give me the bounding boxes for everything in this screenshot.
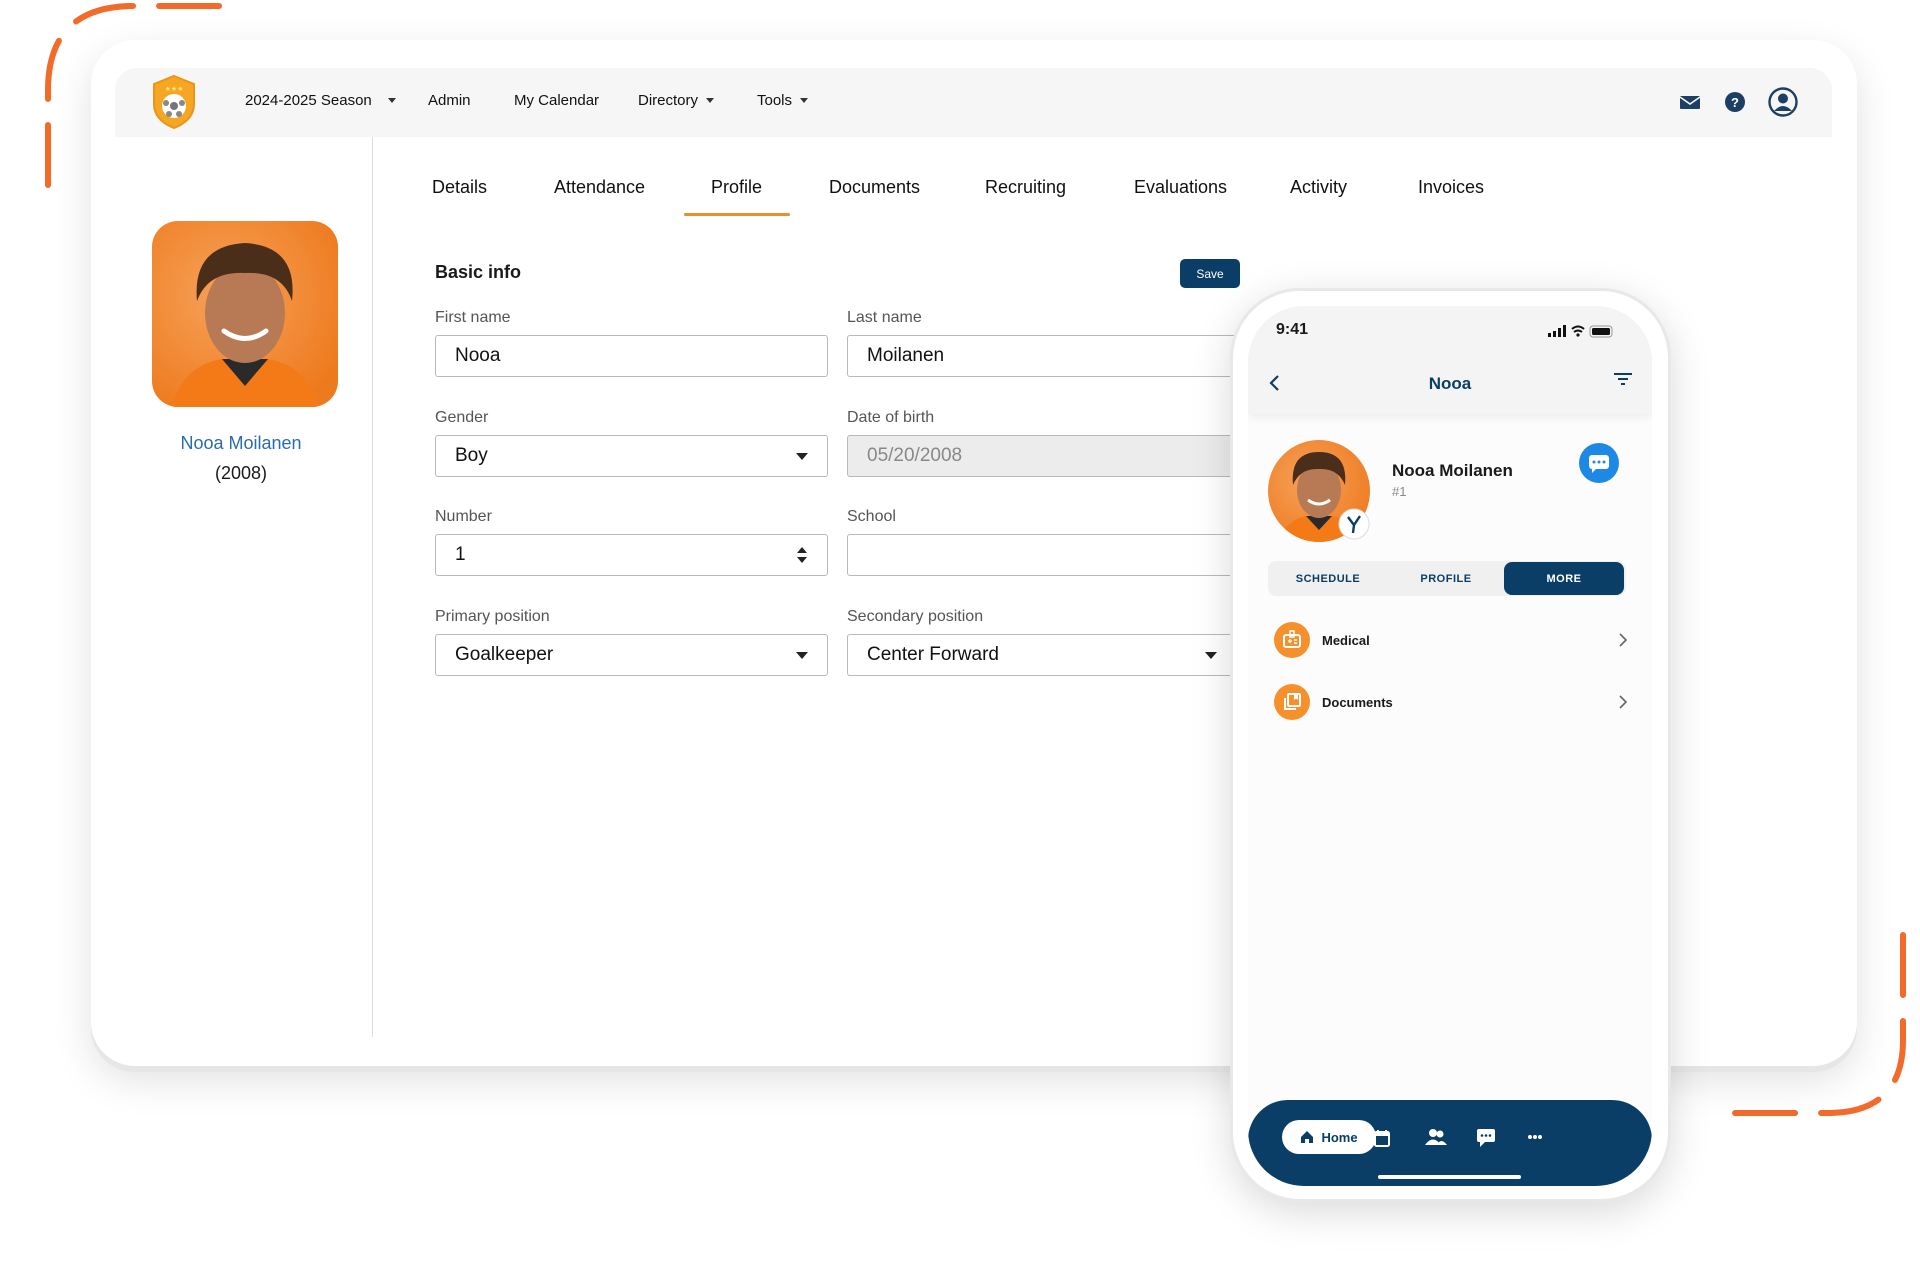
tab-invoices[interactable]: Invoices — [1418, 177, 1484, 198]
player-avatar — [1268, 440, 1370, 542]
nav-label: Directory — [638, 92, 699, 109]
calendar-icon[interactable] — [1374, 1129, 1390, 1147]
phone-player-number: #1 — [1392, 484, 1407, 499]
field-value: Goalkeeper — [455, 644, 554, 665]
caret-down-icon — [1205, 651, 1217, 659]
field-value: Nooa — [455, 345, 501, 366]
dob-field: 05/20/2008 — [847, 435, 1237, 477]
player-name-link[interactable]: Nooa Moilanen — [140, 433, 342, 454]
tab-details[interactable]: Details — [432, 177, 487, 198]
save-button[interactable]: Save — [1180, 259, 1240, 288]
chat-button-icon[interactable] — [1578, 442, 1620, 484]
people-icon[interactable] — [1425, 1128, 1447, 1146]
tab-evaluations[interactable]: Evaluations — [1134, 177, 1227, 198]
last-name-field[interactable]: Moilanen — [847, 335, 1237, 377]
section-title: Basic info — [435, 262, 522, 282]
list-item-medical[interactable]: Medical — [1274, 620, 1628, 660]
segment-more[interactable]: MORE — [1504, 562, 1624, 595]
tab-profile[interactable]: Profile — [711, 177, 762, 198]
sidebar-divider — [372, 137, 373, 1037]
user-account-icon[interactable] — [1767, 86, 1799, 118]
gender-select[interactable]: Boy — [435, 435, 828, 477]
help-icon[interactable]: ? — [1722, 89, 1748, 115]
tab-recruiting[interactable]: Recruiting — [985, 177, 1066, 198]
home-icon — [1301, 1131, 1314, 1143]
field-value: Moilanen — [867, 345, 945, 366]
school-field[interactable] — [847, 534, 1237, 576]
segmented-control: SCHEDULE PROFILE MORE — [1268, 561, 1626, 596]
home-indicator — [1378, 1175, 1521, 1179]
player-photo — [152, 221, 338, 407]
first-name-field[interactable]: Nooa — [435, 335, 828, 377]
mail-icon[interactable] — [1677, 89, 1703, 115]
more-icon[interactable] — [1527, 1134, 1543, 1140]
svg-text:?: ? — [1731, 95, 1739, 110]
number-stepper[interactable]: 1 — [435, 534, 828, 576]
nav-label: 2024-2025 Season — [245, 92, 372, 109]
tab-attendance[interactable]: Attendance — [554, 177, 645, 198]
field-value: Boy — [455, 445, 488, 466]
filter-icon[interactable] — [1613, 372, 1633, 388]
secondary-position-label: Secondary position — [847, 608, 984, 625]
nav-label: My Calendar — [514, 92, 600, 109]
segment-schedule[interactable]: SCHEDULE — [1268, 561, 1388, 596]
last-name-label: Last name — [847, 309, 922, 326]
phone-header — [1248, 306, 1652, 414]
status-icons — [1548, 325, 1613, 338]
chevron-down-icon — [800, 98, 809, 103]
tab-activity[interactable]: Activity — [1290, 177, 1347, 198]
list-item-label: Medical — [1322, 632, 1370, 648]
dob-label: Date of birth — [847, 409, 935, 426]
phone-player-name: Nooa Moilanen — [1392, 461, 1513, 480]
stepper-arrows-icon[interactable] — [796, 546, 808, 564]
field-value: 05/20/2008 — [867, 445, 963, 466]
phone-title: Nooa — [1428, 374, 1472, 393]
nav-label: Admin — [428, 92, 471, 109]
caret-down-icon — [796, 452, 808, 460]
field-value: Center Forward — [867, 644, 999, 665]
segment-profile[interactable]: PROFILE — [1388, 561, 1504, 596]
school-label: School — [847, 508, 896, 525]
tab-documents[interactable]: Documents — [829, 177, 920, 198]
gender-label: Gender — [435, 409, 489, 426]
bottom-tab-bar: Home — [1248, 1100, 1652, 1186]
nav-directory-dropdown[interactable]: Directory — [638, 92, 715, 109]
number-label: Number — [435, 508, 492, 525]
status-time: 9:41 — [1276, 321, 1309, 338]
nav-my-calendar[interactable]: My Calendar — [514, 92, 599, 109]
chevron-down-icon — [706, 98, 715, 103]
active-tab-indicator — [684, 213, 790, 216]
secondary-position-select[interactable]: Center Forward — [847, 634, 1237, 676]
nav-tools-dropdown[interactable]: Tools — [757, 92, 809, 109]
team-shield-logo[interactable]: ★★★ — [151, 74, 197, 130]
list-item-label: Documents — [1322, 694, 1393, 710]
chat-icon[interactable] — [1476, 1128, 1496, 1148]
tab-home-label: Home — [1321, 1129, 1358, 1145]
chevron-right-icon — [1619, 695, 1628, 709]
first-name-label: First name — [435, 309, 511, 326]
player-birth-year: (2008) — [214, 463, 268, 483]
field-value: 1 — [455, 544, 466, 565]
list-item-documents[interactable]: Documents — [1274, 682, 1628, 722]
nav-label: Tools — [757, 92, 793, 109]
nav-season-dropdown[interactable]: 2024-2025 Season — [245, 92, 396, 109]
primary-position-select[interactable]: Goalkeeper — [435, 634, 828, 676]
medical-id-icon — [1274, 622, 1310, 658]
caret-down-icon — [796, 651, 808, 659]
phone-screen: 9:41 Nooa Nooa Moilanen #1 SCHEDULE PROF… — [1248, 306, 1652, 1186]
chevron-right-icon — [1619, 633, 1628, 647]
nav-admin[interactable]: Admin — [428, 92, 471, 109]
primary-position-label: Primary position — [435, 608, 550, 625]
svg-text:★★★: ★★★ — [165, 85, 184, 93]
tab-home[interactable]: Home — [1282, 1120, 1376, 1154]
chevron-down-icon — [387, 98, 396, 103]
documents-icon — [1274, 684, 1310, 720]
